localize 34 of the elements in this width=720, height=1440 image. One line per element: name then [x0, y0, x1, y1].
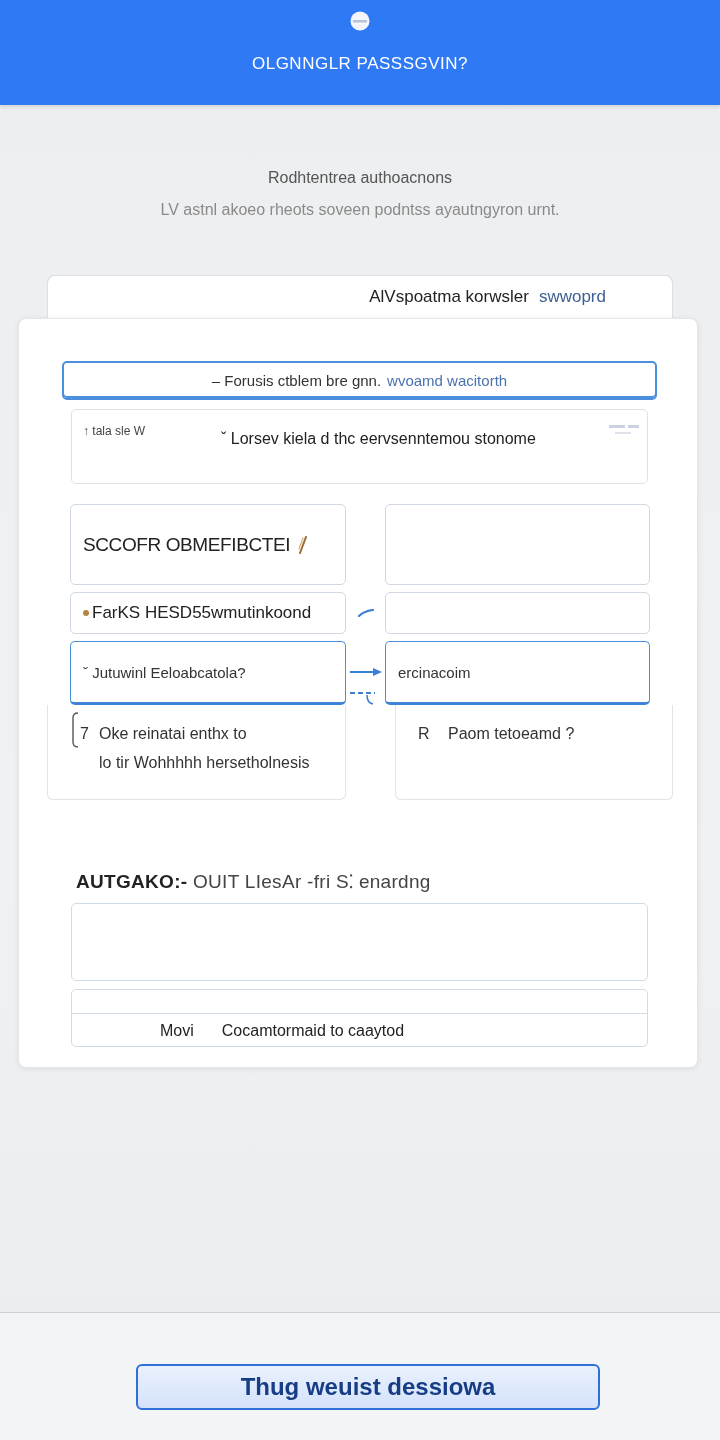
input-field[interactable]: ercinacoim: [385, 641, 650, 705]
submit-button[interactable]: Thug weuist dessiowa: [136, 1364, 600, 1410]
profile-icon: [350, 11, 370, 31]
question-number: R: [418, 724, 431, 744]
intro-heading: Rodhtentrea authoacnons: [267, 168, 453, 188]
answer-box[interactable]: 7 Oke reinatai enthx to lo tir Wohhhhh hersetholnesis: [47, 705, 346, 800]
link[interactable]: swwoprd: [538, 287, 606, 307]
field-label: ↑ tala sle W: [83, 424, 146, 438]
intro-text: LV astnl akoeo rheots soveen podntss ayautngyron urnt.: [160, 200, 560, 220]
input-field[interactable]: [385, 592, 650, 634]
page-title: OLGNNGLR PASSSGVIN?: [251, 54, 469, 74]
link[interactable]: wvoamd wacitorth: [387, 372, 508, 389]
text-area[interactable]: [71, 903, 648, 981]
question-number: 7: [80, 724, 90, 744]
answer-text: Oke reinatai enthx to: [99, 724, 247, 744]
card-title: AlVspoatma korwsler: [369, 287, 529, 307]
input-field[interactable]: ˇ Jutuwinl Eeloabcatola?: [70, 641, 346, 705]
dash-icon: [357, 609, 374, 617]
text-area[interactable]: ↑ tala sle W ˇ Lorsev kiela d thc eervsenntemou stonome: [71, 409, 648, 484]
arrow-icon: [348, 667, 383, 677]
answer-text: lo tir Wohhhhh hersetholnesis: [99, 753, 310, 773]
pencil-icon: [298, 535, 308, 554]
section-title: AUTGAKO:- OUIT LIesAr -fri S⁚ enardng: [76, 870, 431, 894]
answer-box[interactable]: R Paom tetoeamd ?: [395, 705, 673, 800]
search-field[interactable]: – Forusis ctblem bre gnn. wvoamd wacitorth: [62, 361, 657, 400]
bullet-icon: [83, 610, 89, 616]
bracket-icon: [72, 712, 79, 748]
input-field[interactable]: FarKS HESD55wmutinkoond: [70, 592, 346, 634]
input-field[interactable]: SCCOFR OBMEFIBCTEI: [70, 504, 346, 585]
input-field[interactable]: [385, 504, 650, 585]
answer-text: Paom tetoeamd ?: [448, 724, 575, 744]
list-icon: [609, 424, 639, 436]
table-cell: Cocamtormaid to caaytod: [221, 1021, 405, 1040]
table-cell: Movi: [160, 1021, 194, 1040]
